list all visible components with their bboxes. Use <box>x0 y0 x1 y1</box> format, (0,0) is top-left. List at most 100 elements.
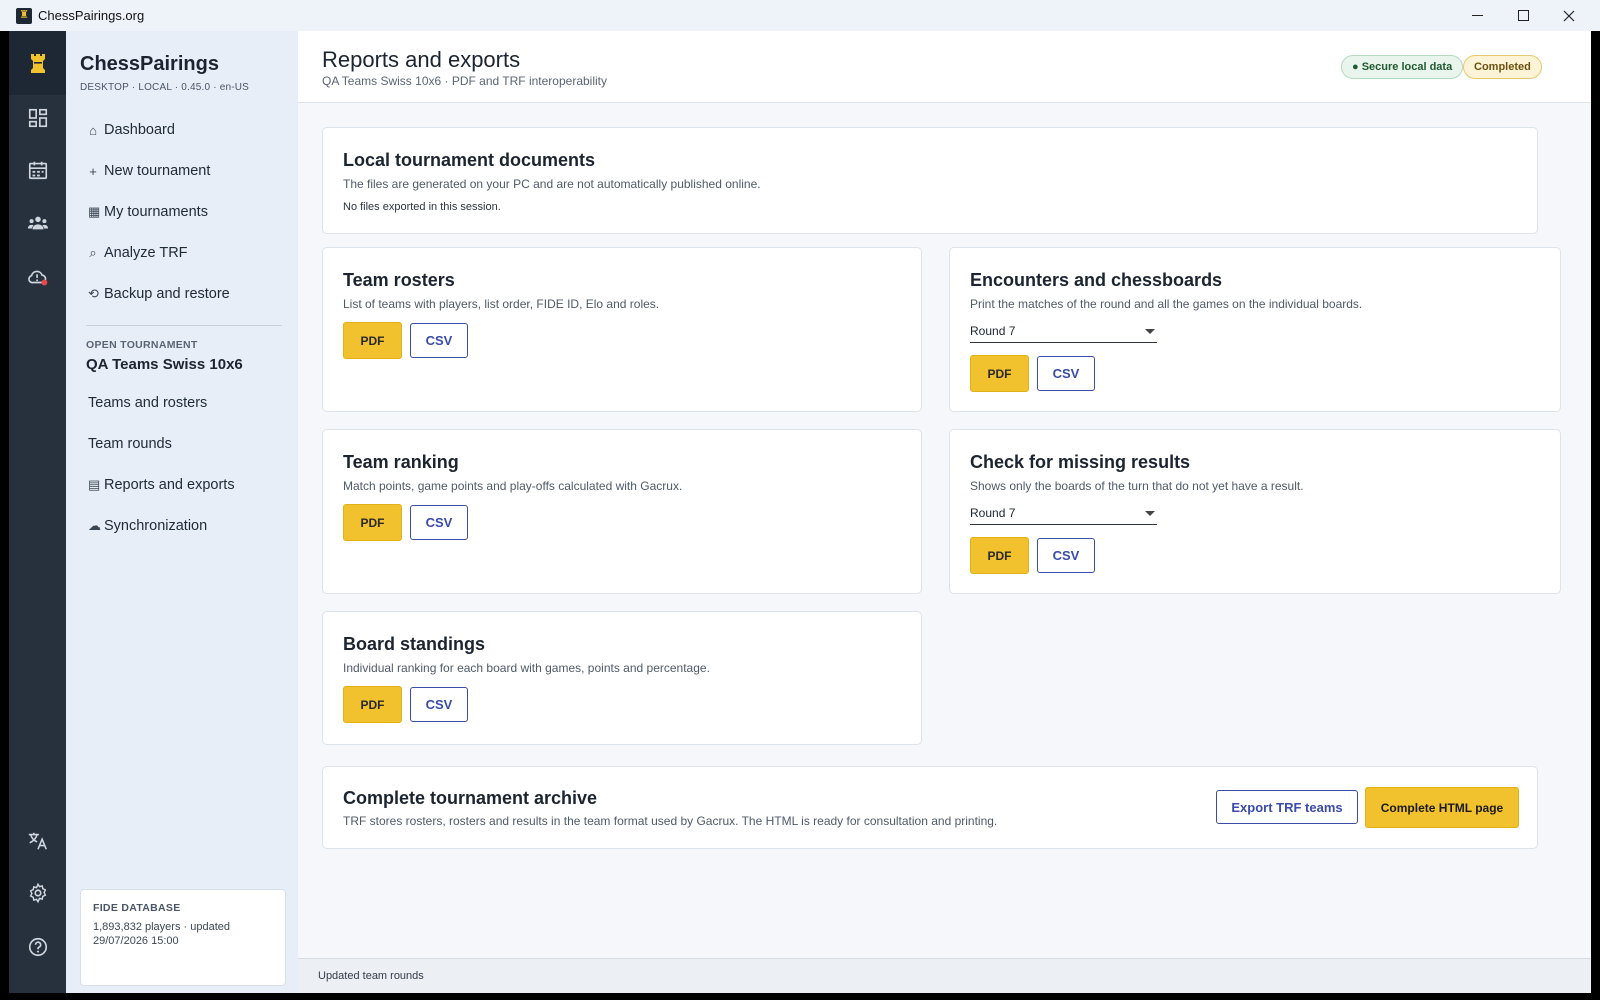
page-title: Reports and exports <box>322 47 521 72</box>
sidebar-item-label: Reports and exports <box>104 477 235 493</box>
local-documents-title: Local tournament documents <box>343 150 596 170</box>
page-header: Reports and exports QA Teams Swiss 10x6 … <box>298 31 1591 103</box>
sidebar-item-label: Backup and restore <box>104 286 230 302</box>
team-rosters-card: Team rosters List of teams with players,… <box>322 247 922 412</box>
encounters-csv-button[interactable]: CSV <box>1037 356 1095 391</box>
minimize-button[interactable] <box>1454 0 1500 31</box>
app-logo-icon: ♜ <box>16 7 32 24</box>
encounters-round-value: Round 7 <box>970 324 1016 338</box>
fide-database-value: 1,893,832 players · updated 29/07/2026 1… <box>93 921 230 947</box>
sidebar-item-label: My tournaments <box>104 204 208 220</box>
team-ranking-card: Team ranking Match points, game points a… <box>322 429 922 594</box>
rail-players[interactable] <box>9 203 66 243</box>
encounters-description: Print the matches of the round and all t… <box>970 297 1363 311</box>
users-icon <box>27 216 48 230</box>
sidebar-item-label: Team rounds <box>88 436 172 452</box>
sidebar-divider <box>86 325 282 326</box>
close-window-button[interactable] <box>1546 0 1592 31</box>
local-documents-description: The files are generated on your PC and a… <box>343 177 761 191</box>
board-standings-title: Board standings <box>343 634 486 654</box>
missing-results-csv-button[interactable]: CSV <box>1037 538 1095 573</box>
encounters-round-select[interactable]: Round 7 <box>970 320 1157 343</box>
rail-settings[interactable] <box>9 873 66 913</box>
rail-cloud-sync[interactable] <box>9 257 66 297</box>
status-badge: Completed <box>1463 55 1542 79</box>
sidebar-item-reports-exports[interactable]: ▤ Reports and exports <box>88 477 235 493</box>
rail-dashboard[interactable] <box>9 98 66 138</box>
archive-description: TRF stores rosters, rosters and results … <box>343 814 998 828</box>
team-ranking-pdf-button[interactable]: PDF <box>343 504 402 541</box>
missing-results-round-select[interactable]: Round 7 <box>970 502 1157 525</box>
dashboard-icon <box>28 108 47 128</box>
help-icon <box>28 937 47 957</box>
board-standings-card: Board standings Individual ranking for e… <box>322 611 922 745</box>
export-trf-teams-button[interactable]: Export TRF teams <box>1216 790 1358 824</box>
grid-icon: ▦ <box>88 204 101 219</box>
board-standings-csv-button[interactable]: CSV <box>410 687 468 722</box>
sidebar-item-label: Teams and rosters <box>88 395 208 411</box>
open-tournament-name: QA Teams Swiss 10x6 <box>86 356 243 373</box>
page-subtitle: QA Teams Swiss 10x6 · PDF and TRF intero… <box>322 74 607 88</box>
restore-icon: ⟲ <box>88 286 99 301</box>
fide-database-card: FIDE DATABASE 1,893,832 players · update… <box>80 889 286 986</box>
search-icon: ⌕ <box>89 245 97 260</box>
sidebar-item-label: New tournament <box>104 163 211 179</box>
secure-data-badge: ● Secure local data <box>1341 55 1464 79</box>
complete-html-page-button[interactable]: Complete HTML page <box>1365 787 1519 828</box>
rail-language[interactable] <box>9 821 66 861</box>
window-title: ChessPairings.org <box>38 8 145 23</box>
status-text: Updated team rounds <box>318 970 424 982</box>
brand-block: ChessPairings DESKTOP · LOCAL · 0.45.0 ·… <box>80 53 249 93</box>
sidebar-item-analyze-trf[interactable]: ⌕ Analyze TRF <box>88 245 187 261</box>
missing-results-title: Check for missing results <box>970 452 1191 472</box>
cloud-icon: ☁ <box>88 518 101 533</box>
board-standings-pdf-button[interactable]: PDF <box>343 686 402 723</box>
encounters-title: Encounters and chessboards <box>970 270 1223 290</box>
team-rosters-csv-button[interactable]: CSV <box>410 323 468 358</box>
missing-results-pdf-button[interactable]: PDF <box>970 537 1029 574</box>
report-icon: ▤ <box>88 477 101 492</box>
local-documents-card: Local tournament documents The files are… <box>322 127 1538 234</box>
maximize-button[interactable] <box>1500 0 1546 31</box>
minimize-icon <box>1471 15 1483 16</box>
close-icon <box>1563 10 1575 21</box>
chevron-down-icon <box>1145 511 1155 516</box>
missing-results-description: Shows only the boards of the turn that d… <box>970 479 1304 493</box>
plus-icon: + <box>89 163 97 179</box>
rail-calendar[interactable] <box>9 150 66 190</box>
sidebar-item-my-tournaments[interactable]: ▦ My tournaments <box>88 204 208 220</box>
tournament-archive-card: Complete tournament archive TRF stores r… <box>322 766 1538 849</box>
team-ranking-description: Match points, game points and play-offs … <box>343 479 683 493</box>
rail-logo[interactable] <box>9 31 66 95</box>
app-name: ChessPairings <box>80 53 219 75</box>
home-icon: ⌂ <box>89 122 97 138</box>
sidebar-item-team-rounds[interactable]: Team rounds <box>88 436 172 452</box>
team-rosters-description: List of teams with players, list order, … <box>343 297 660 311</box>
sidebar-item-teams-rosters[interactable]: Teams and rosters <box>88 395 207 411</box>
encounters-pdf-button[interactable]: PDF <box>970 355 1029 392</box>
app-window: ChessPairings DESKTOP · LOCAL · 0.45.0 ·… <box>9 31 1591 993</box>
board-standings-description: Individual ranking for each board with g… <box>343 661 710 675</box>
sidebar-item-new-tournament[interactable]: + New tournament <box>88 163 210 179</box>
team-rosters-title: Team rosters <box>343 270 455 290</box>
open-tournament-label: OPEN TOURNAMENT <box>86 339 198 351</box>
missing-results-card: Check for missing results Shows only the… <box>949 429 1561 594</box>
fide-database-label: FIDE DATABASE <box>93 902 181 914</box>
sidebar-item-synchronization[interactable]: ☁ Synchronization <box>88 518 207 534</box>
team-ranking-csv-button[interactable]: CSV <box>410 505 468 540</box>
sidebar-item-backup-restore[interactable]: ⟲ Backup and restore <box>88 286 230 302</box>
window-titlebar: ♜ ChessPairings.org <box>0 0 1600 31</box>
sidebar: ChessPairings DESKTOP · LOCAL · 0.45.0 ·… <box>66 31 298 993</box>
team-ranking-title: Team ranking <box>343 452 459 472</box>
team-rosters-pdf-button[interactable]: PDF <box>343 322 402 359</box>
app-meta: DESKTOP · LOCAL · 0.45.0 · en-US <box>80 82 250 93</box>
rail-help[interactable] <box>9 927 66 967</box>
local-documents-note: No files exported in this session. <box>343 201 501 213</box>
status-bar: Updated team rounds <box>298 958 1591 993</box>
chevron-down-icon <box>1145 329 1155 334</box>
sidebar-item-dashboard[interactable]: ⌂ Dashboard <box>88 122 175 138</box>
icon-rail <box>9 31 66 993</box>
archive-title: Complete tournament archive <box>343 788 598 808</box>
translate-icon <box>28 832 47 850</box>
sidebar-item-label: Dashboard <box>104 122 175 138</box>
